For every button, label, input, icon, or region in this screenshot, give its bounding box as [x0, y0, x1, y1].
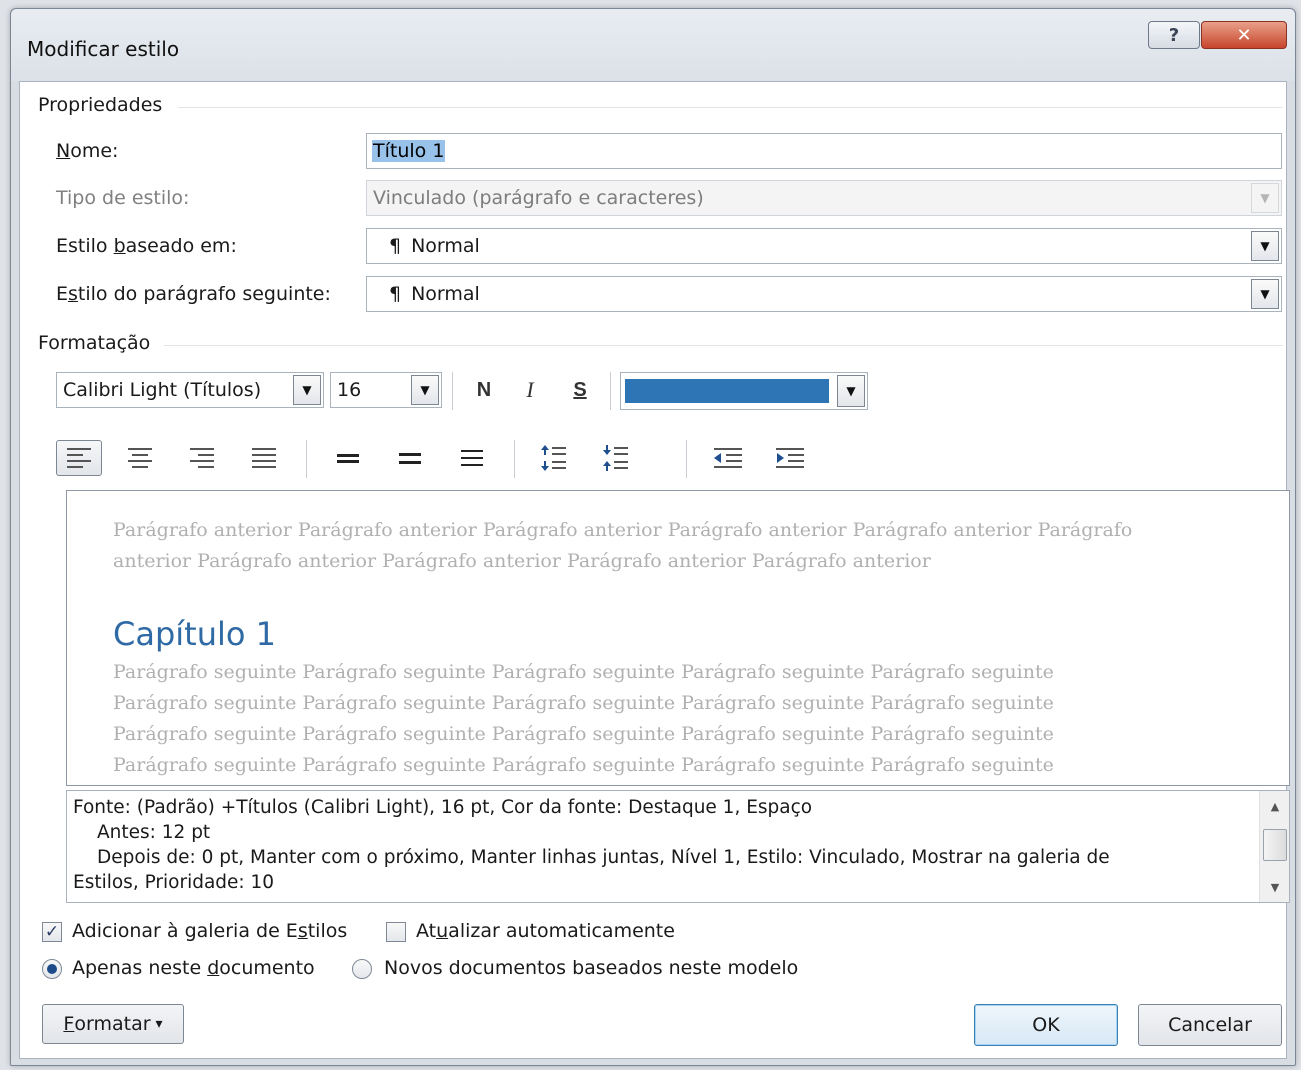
add-to-gallery-label: Adicionar à galeria de Estilos	[72, 920, 348, 942]
increase-indent-button[interactable]	[770, 440, 810, 476]
following-paragraph-text: Parágrafo seguinte Parágrafo seguinte Pa…	[113, 661, 1054, 776]
name-input[interactable]: Título 1	[366, 133, 1282, 169]
single-spacing-icon	[337, 453, 359, 463]
auto-update-checkbox[interactable]	[386, 922, 406, 942]
font-size-dropdown-icon[interactable]: ▼	[411, 375, 439, 405]
style-type-label: Tipo de estilo:	[56, 187, 190, 209]
toolbar-separator	[452, 372, 453, 410]
close-icon: ✕	[1236, 24, 1252, 46]
new-documents-radio[interactable]	[352, 959, 372, 979]
check-icon: ✓	[44, 922, 60, 942]
cancel-button[interactable]: Cancelar	[1138, 1004, 1282, 1046]
radio-selected-dot	[47, 964, 57, 974]
based-on-select[interactable]: ¶ Normal ▼	[366, 228, 1282, 264]
help-button[interactable]: ?	[1148, 21, 1200, 49]
style-type-select: Vinculado (parágrafo e caracteres) ▼	[366, 180, 1282, 216]
space-before-button[interactable]	[534, 440, 574, 476]
font-select[interactable]: Calibri Light (Títulos) ▼	[56, 372, 324, 408]
format-menu-button[interactable]: Formatar ▾	[42, 1004, 184, 1044]
based-on-dropdown-icon[interactable]: ▼	[1251, 231, 1279, 261]
space-after-button[interactable]	[596, 440, 636, 476]
bold-button[interactable]: N	[466, 372, 502, 408]
description-scrollbar[interactable]: ▲ ▼	[1259, 791, 1289, 902]
name-label: Nome:	[56, 140, 119, 162]
font-value: Calibri Light (Títulos)	[63, 379, 262, 401]
style-type-value: Vinculado (parágrafo e caracteres)	[373, 187, 704, 209]
scroll-down-icon[interactable]: ▼	[1260, 876, 1289, 898]
font-size-value: 16	[337, 379, 362, 401]
align-left-icon	[67, 448, 91, 468]
align-right-icon	[190, 448, 214, 468]
toolbar-separator	[306, 440, 307, 478]
double-spacing-icon	[461, 450, 483, 466]
toolbar-separator	[610, 372, 611, 410]
formatting-rule	[164, 345, 1283, 346]
previous-paragraph-text: Parágrafo anterior Parágrafo anterior Pa…	[113, 519, 1133, 572]
dialog-body: Propriedades Nome: Título 1 Tipo de esti…	[19, 81, 1290, 1059]
dialog-title: Modificar estilo	[27, 37, 180, 61]
properties-section-label: Propriedades	[38, 94, 163, 116]
font-color-dropdown-icon[interactable]: ▼	[837, 375, 865, 407]
modify-style-dialog: Modificar estilo ? ✕ Propriedades Nome: …	[10, 8, 1296, 1066]
following-style-value: Normal	[411, 283, 480, 305]
justify-icon	[252, 448, 276, 468]
new-documents-label: Novos documentos baseados neste modelo	[384, 957, 799, 979]
justify-button[interactable]	[244, 440, 284, 476]
auto-update-label: Atualizar automaticamente	[416, 920, 675, 942]
one-half-spacing-button[interactable]	[390, 440, 430, 476]
one-half-spacing-icon	[399, 452, 421, 464]
font-size-select[interactable]: 16 ▼	[330, 372, 442, 408]
following-style-dropdown-icon[interactable]: ▼	[1251, 279, 1279, 309]
based-on-label: Estilo baseado em:	[56, 235, 237, 257]
paragraph-style-icon: ¶	[389, 283, 402, 305]
increase-indent-icon	[776, 448, 804, 468]
toolbar-separator	[686, 440, 687, 478]
caret-down-icon: ▾	[155, 1016, 163, 1032]
properties-rule	[178, 107, 1283, 108]
only-this-document-radio[interactable]	[42, 959, 62, 979]
preview-heading: Capítulo 1	[113, 615, 276, 653]
following-style-label: Estilo do parágrafo seguinte:	[56, 283, 331, 305]
decrease-indent-icon	[714, 448, 742, 468]
font-dropdown-icon[interactable]: ▼	[293, 375, 321, 405]
toolbar-separator	[514, 440, 515, 478]
double-spacing-button[interactable]	[452, 440, 492, 476]
style-preview: Parágrafo anterior Parágrafo anterior Pa…	[66, 490, 1290, 786]
scroll-up-icon[interactable]: ▲	[1260, 795, 1289, 817]
ok-button[interactable]: OK	[974, 1004, 1118, 1046]
formatting-section-label: Formatação	[38, 332, 151, 354]
align-right-button[interactable]	[182, 440, 222, 476]
help-icon: ?	[1168, 24, 1180, 46]
add-to-gallery-checkbox[interactable]: ✓	[42, 922, 62, 942]
align-center-icon	[128, 448, 152, 468]
align-left-button[interactable]	[56, 440, 102, 476]
following-style-select[interactable]: ¶ Normal ▼	[366, 276, 1282, 312]
font-color-select[interactable]: ▼	[620, 372, 868, 410]
align-center-button[interactable]	[120, 440, 160, 476]
paragraph-style-icon: ¶	[389, 235, 402, 257]
style-type-dropdown-icon: ▼	[1251, 183, 1279, 213]
single-spacing-button[interactable]	[328, 440, 368, 476]
scroll-thumb[interactable]	[1263, 829, 1287, 861]
style-description: Fonte: (Padrão) +Títulos (Calibri Light)…	[66, 790, 1290, 903]
underline-button[interactable]: S	[562, 372, 598, 408]
based-on-value: Normal	[411, 235, 480, 257]
italic-button[interactable]: I	[512, 372, 548, 408]
decrease-indent-button[interactable]	[708, 440, 748, 476]
close-button[interactable]: ✕	[1201, 21, 1287, 49]
name-input-value: Título 1	[372, 140, 446, 162]
increase-paragraph-spacing-icon	[541, 445, 566, 471]
font-color-swatch	[625, 379, 829, 403]
decrease-paragraph-spacing-icon	[603, 445, 628, 471]
title-bar: Modificar estilo ? ✕	[11, 9, 1295, 81]
only-this-document-label: Apenas neste documento	[72, 957, 315, 979]
